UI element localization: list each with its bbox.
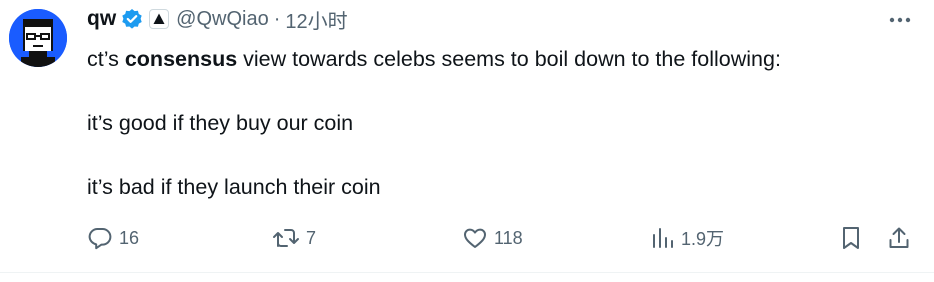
reply-icon (87, 225, 113, 251)
tweet-header: qw @QwQiao · 12小时 (87, 5, 348, 33)
retweet-count: 7 (306, 227, 317, 248)
tweet-line-3: it’s bad if they launch their coin (87, 175, 381, 199)
tweet-line-1-post: view towards celebs seems to boil down t… (237, 47, 781, 71)
avatar[interactable] (9, 9, 67, 67)
share-icon (887, 225, 911, 251)
share-button[interactable] (887, 222, 911, 254)
affiliate-badge-icon[interactable] (149, 9, 170, 29)
tweet-line-2: it’s good if they buy our coin (87, 111, 354, 135)
reply-button[interactable]: 16 (87, 222, 139, 254)
verified-badge-icon[interactable] (121, 8, 143, 30)
views-bar-chart-icon (651, 225, 675, 251)
tweet-time[interactable]: 12小时 (285, 5, 347, 34)
more-dots-icon[interactable] (887, 10, 913, 30)
hashtag-consensus: consensus (124, 47, 238, 71)
tweet-card[interactable]: qw @QwQiao · 12小时 ct’s consensus view to… (0, 0, 934, 282)
action-bar: 16 7 118 1.9万 (0, 222, 934, 254)
retweet-icon (272, 225, 300, 251)
user-handle[interactable]: @QwQiao (176, 8, 269, 31)
heart-icon (462, 225, 488, 251)
views-button[interactable]: 1.9万 (651, 222, 724, 254)
tweet-line-1: ct’s consensus view towards celebs seems… (87, 43, 781, 75)
views-count: 1.9万 (681, 229, 725, 249)
tweet-line-1-pre: ct’s (87, 47, 125, 71)
user-name[interactable]: qw (87, 7, 116, 31)
bookmark-icon (839, 225, 863, 251)
separator-dot: · (273, 7, 281, 30)
tweet-text: ct’s consensus view towards celebs seems… (87, 43, 781, 203)
like-button[interactable]: 118 (462, 222, 523, 254)
bookmark-button[interactable] (839, 222, 863, 254)
retweet-button[interactable]: 7 (272, 222, 316, 254)
divider (0, 272, 934, 273)
reply-count: 16 (119, 227, 140, 248)
like-count: 118 (494, 227, 523, 248)
